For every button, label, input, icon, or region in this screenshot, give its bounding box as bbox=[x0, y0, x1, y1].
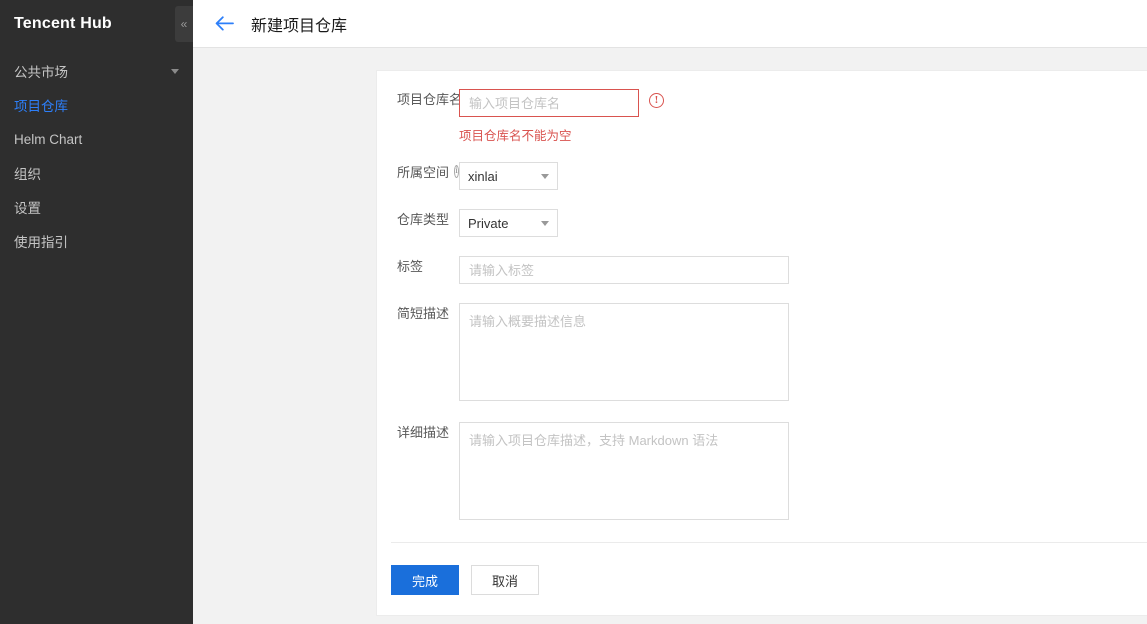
content-area: 项目仓库名 ! 项目仓库名不能为空 所属空间 i xinlai bbox=[193, 48, 1147, 624]
error-exclamation-icon: ! bbox=[649, 93, 664, 108]
chevron-down-icon bbox=[171, 69, 179, 74]
form-row-tag: 标签 bbox=[377, 256, 1147, 284]
sidebar-item-label: 组织 bbox=[14, 163, 41, 183]
sidebar-item-public-market[interactable]: 公共市场 bbox=[0, 54, 193, 88]
namespace-select[interactable]: xinlai bbox=[459, 162, 558, 190]
namespace-select-value: xinlai bbox=[468, 169, 498, 184]
repo-name-label: 项目仓库名 bbox=[377, 89, 459, 108]
chevron-down-icon bbox=[541, 174, 549, 179]
form-actions: 完成 取消 bbox=[377, 543, 1147, 595]
sidebar-item-helm-chart[interactable]: Helm Chart bbox=[0, 122, 193, 156]
chevron-down-icon bbox=[541, 221, 549, 226]
short-desc-textarea[interactable] bbox=[459, 303, 789, 401]
long-desc-textarea[interactable] bbox=[459, 422, 789, 520]
sidebar-item-label: 设置 bbox=[14, 197, 41, 217]
cancel-button[interactable]: 取消 bbox=[471, 565, 539, 595]
form-row-short-desc: 简短描述 bbox=[377, 303, 1147, 401]
sidebar-item-label: 公共市场 bbox=[14, 61, 68, 81]
sidebar-item-label: Helm Chart bbox=[14, 132, 82, 147]
sidebar-item-project-repo[interactable]: 项目仓库 bbox=[0, 88, 193, 122]
main-area: 新建项目仓库 项目仓库名 ! 项目仓库名不能为空 所属空间 i bbox=[193, 0, 1147, 624]
sidebar-item-settings[interactable]: 设置 bbox=[0, 190, 193, 224]
sidebar-header: Tencent Hub « bbox=[0, 0, 193, 48]
repo-name-error-message: 项目仓库名不能为空 bbox=[459, 125, 639, 144]
short-desc-label: 简短描述 bbox=[377, 303, 459, 322]
top-bar: 新建项目仓库 bbox=[193, 0, 1147, 48]
form-row-long-desc: 详细描述 bbox=[377, 422, 1147, 520]
repo-name-input[interactable] bbox=[459, 89, 639, 117]
sidebar-nav: 公共市场 项目仓库 Helm Chart 组织 设置 使用指引 bbox=[0, 48, 193, 258]
repo-type-label: 仓库类型 bbox=[377, 209, 459, 228]
submit-button[interactable]: 完成 bbox=[391, 565, 459, 595]
namespace-label-text: 所属空间 bbox=[397, 162, 449, 181]
namespace-label: 所属空间 i bbox=[377, 162, 459, 181]
brand-logo: Tencent Hub bbox=[0, 15, 112, 33]
sidebar: Tencent Hub « 公共市场 项目仓库 Helm Chart 组织 设置… bbox=[0, 0, 193, 624]
page-title: 新建项目仓库 bbox=[251, 12, 347, 36]
repo-type-select[interactable]: Private bbox=[459, 209, 558, 237]
form-row-repo-name: 项目仓库名 ! 项目仓库名不能为空 bbox=[377, 89, 1147, 144]
sidebar-item-label: 项目仓库 bbox=[14, 95, 68, 115]
tag-input[interactable] bbox=[459, 256, 789, 284]
app-root: Tencent Hub « 公共市场 项目仓库 Helm Chart 组织 设置… bbox=[0, 0, 1147, 624]
long-desc-label: 详细描述 bbox=[377, 422, 459, 441]
form-row-namespace: 所属空间 i xinlai bbox=[377, 162, 1147, 190]
sidebar-item-organization[interactable]: 组织 bbox=[0, 156, 193, 190]
form-row-repo-type: 仓库类型 Private bbox=[377, 209, 1147, 237]
chevron-double-left-icon[interactable]: « bbox=[175, 6, 193, 42]
repo-name-field-wrap: ! 项目仓库名不能为空 bbox=[459, 89, 639, 144]
back-arrow-icon[interactable] bbox=[207, 16, 241, 31]
tag-label: 标签 bbox=[377, 256, 459, 275]
sidebar-item-label: 使用指引 bbox=[14, 231, 68, 251]
sidebar-item-user-guide[interactable]: 使用指引 bbox=[0, 224, 193, 258]
repo-type-select-value: Private bbox=[468, 216, 508, 231]
form-card: 项目仓库名 ! 项目仓库名不能为空 所属空间 i xinlai bbox=[376, 70, 1147, 616]
